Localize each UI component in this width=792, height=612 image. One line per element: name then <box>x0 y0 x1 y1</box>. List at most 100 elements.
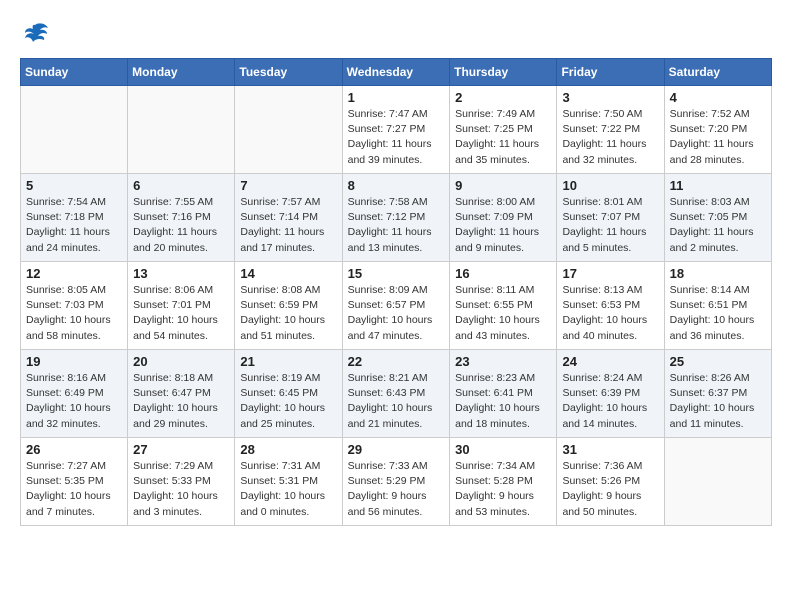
day-number: 10 <box>562 178 658 193</box>
calendar-cell: 6Sunrise: 7:55 AM Sunset: 7:16 PM Daylig… <box>128 174 235 262</box>
day-info: Sunrise: 7:52 AM Sunset: 7:20 PM Dayligh… <box>670 107 766 168</box>
day-info: Sunrise: 8:05 AM Sunset: 7:03 PM Dayligh… <box>26 283 122 344</box>
day-info: Sunrise: 8:13 AM Sunset: 6:53 PM Dayligh… <box>562 283 658 344</box>
day-number: 19 <box>26 354 122 369</box>
calendar-cell: 17 Sunrise: 8:13 AM Sunset: 6:53 PM Dayli… <box>557 262 664 350</box>
day-info: Sunrise: 8:03 AM Sunset: 7:05 PM Dayligh… <box>670 195 766 256</box>
day-info: Sunrise: 8:01 AM Sunset: 7:07 PM Dayligh… <box>562 195 658 256</box>
calendar-cell: 16Sunrise: 8:11 AM Sunset: 6:55 PM Dayli… <box>450 262 557 350</box>
calendar-cell: 9 Sunrise: 8:00 AM Sunset: 7:09 PM Daylig… <box>450 174 557 262</box>
calendar-cell: 27 Sunrise: 7:29 AM Sunset: 5:33 PM Dayli… <box>128 438 235 526</box>
calendar-day-header: Wednesday <box>342 59 450 86</box>
day-info: Sunrise: 7:27 AM Sunset: 5:35 PM Dayligh… <box>26 459 122 520</box>
calendar-cell: 23Sunrise: 8:23 AM Sunset: 6:41 PM Dayli… <box>450 350 557 438</box>
calendar-day-header: Monday <box>128 59 235 86</box>
day-info: Sunrise: 8:23 AM Sunset: 6:41 PM Dayligh… <box>455 371 551 432</box>
day-number: 1 <box>348 90 445 105</box>
calendar-cell: 30 Sunrise: 7:34 AM Sunset: 5:28 PM Dayli… <box>450 438 557 526</box>
calendar-cell <box>235 86 342 174</box>
calendar-week-row: 19Sunrise: 8:16 AM Sunset: 6:49 PM Dayli… <box>21 350 772 438</box>
calendar-header-row: SundayMondayTuesdayWednesdayThursdayFrid… <box>21 59 772 86</box>
calendar-cell <box>128 86 235 174</box>
day-number: 18 <box>670 266 766 281</box>
calendar-cell: 20 Sunrise: 8:18 AM Sunset: 6:47 PM Dayli… <box>128 350 235 438</box>
calendar-cell: 5 Sunrise: 7:54 AM Sunset: 7:18 PM Daylig… <box>21 174 128 262</box>
day-info: Sunrise: 8:24 AM Sunset: 6:39 PM Dayligh… <box>562 371 658 432</box>
day-info: Sunrise: 8:14 AM Sunset: 6:51 PM Dayligh… <box>670 283 766 344</box>
calendar-cell: 8Sunrise: 7:58 AM Sunset: 7:12 PM Daylig… <box>342 174 450 262</box>
calendar-cell: 4 Sunrise: 7:52 AM Sunset: 7:20 PM Daylig… <box>664 86 771 174</box>
day-number: 5 <box>26 178 122 193</box>
day-number: 31 <box>562 442 658 457</box>
calendar-cell: 7Sunrise: 7:57 AM Sunset: 7:14 PM Daylig… <box>235 174 342 262</box>
day-number: 30 <box>455 442 551 457</box>
day-number: 27 <box>133 442 229 457</box>
day-info: Sunrise: 7:31 AM Sunset: 5:31 PM Dayligh… <box>240 459 336 520</box>
calendar-cell: 15 Sunrise: 8:09 AM Sunset: 6:57 PM Dayli… <box>342 262 450 350</box>
day-number: 11 <box>670 178 766 193</box>
calendar-cell: 22 Sunrise: 8:21 AM Sunset: 6:43 PM Dayli… <box>342 350 450 438</box>
calendar-cell: 1Sunrise: 7:47 AM Sunset: 7:27 PM Daylig… <box>342 86 450 174</box>
day-info: Sunrise: 8:06 AM Sunset: 7:01 PM Dayligh… <box>133 283 229 344</box>
day-info: Sunrise: 7:54 AM Sunset: 7:18 PM Dayligh… <box>26 195 122 256</box>
calendar-week-row: 5 Sunrise: 7:54 AM Sunset: 7:18 PM Daylig… <box>21 174 772 262</box>
day-number: 26 <box>26 442 122 457</box>
calendar-cell: 11 Sunrise: 8:03 AM Sunset: 7:05 PM Dayli… <box>664 174 771 262</box>
day-number: 17 <box>562 266 658 281</box>
calendar-cell: 13 Sunrise: 8:06 AM Sunset: 7:01 PM Dayli… <box>128 262 235 350</box>
day-number: 20 <box>133 354 229 369</box>
day-info: Sunrise: 7:36 AM Sunset: 5:26 PM Dayligh… <box>562 459 658 520</box>
day-number: 25 <box>670 354 766 369</box>
calendar-cell <box>664 438 771 526</box>
calendar-week-row: 1Sunrise: 7:47 AM Sunset: 7:27 PM Daylig… <box>21 86 772 174</box>
calendar-cell: 19Sunrise: 8:16 AM Sunset: 6:49 PM Dayli… <box>21 350 128 438</box>
day-number: 15 <box>348 266 445 281</box>
calendar-cell: 10 Sunrise: 8:01 AM Sunset: 7:07 PM Dayli… <box>557 174 664 262</box>
logo-icon <box>20 20 50 48</box>
day-number: 24 <box>562 354 658 369</box>
day-info: Sunrise: 8:19 AM Sunset: 6:45 PM Dayligh… <box>240 371 336 432</box>
day-number: 28 <box>240 442 336 457</box>
calendar-table: SundayMondayTuesdayWednesdayThursdayFrid… <box>20 58 772 526</box>
day-info: Sunrise: 7:34 AM Sunset: 5:28 PM Dayligh… <box>455 459 551 520</box>
calendar-cell: 24 Sunrise: 8:24 AM Sunset: 6:39 PM Dayli… <box>557 350 664 438</box>
calendar-cell: 29 Sunrise: 7:33 AM Sunset: 5:29 PM Dayli… <box>342 438 450 526</box>
calendar-day-header: Sunday <box>21 59 128 86</box>
day-info: Sunrise: 8:21 AM Sunset: 6:43 PM Dayligh… <box>348 371 445 432</box>
day-info: Sunrise: 8:11 AM Sunset: 6:55 PM Dayligh… <box>455 283 551 344</box>
day-info: Sunrise: 8:00 AM Sunset: 7:09 PM Dayligh… <box>455 195 551 256</box>
calendar-week-row: 12 Sunrise: 8:05 AM Sunset: 7:03 PM Dayli… <box>21 262 772 350</box>
calendar-cell: 26 Sunrise: 7:27 AM Sunset: 5:35 PM Dayli… <box>21 438 128 526</box>
calendar-cell: 21 Sunrise: 8:19 AM Sunset: 6:45 PM Dayli… <box>235 350 342 438</box>
day-number: 8 <box>348 178 445 193</box>
day-number: 3 <box>562 90 658 105</box>
calendar-day-header: Tuesday <box>235 59 342 86</box>
logo <box>20 20 52 48</box>
day-info: Sunrise: 8:08 AM Sunset: 6:59 PM Dayligh… <box>240 283 336 344</box>
calendar-day-header: Friday <box>557 59 664 86</box>
day-info: Sunrise: 8:18 AM Sunset: 6:47 PM Dayligh… <box>133 371 229 432</box>
calendar-cell: 12 Sunrise: 8:05 AM Sunset: 7:03 PM Dayli… <box>21 262 128 350</box>
day-number: 29 <box>348 442 445 457</box>
day-number: 21 <box>240 354 336 369</box>
calendar-cell: 3Sunrise: 7:50 AM Sunset: 7:22 PM Daylig… <box>557 86 664 174</box>
day-info: Sunrise: 7:29 AM Sunset: 5:33 PM Dayligh… <box>133 459 229 520</box>
day-number: 12 <box>26 266 122 281</box>
day-number: 22 <box>348 354 445 369</box>
day-info: Sunrise: 7:49 AM Sunset: 7:25 PM Dayligh… <box>455 107 551 168</box>
calendar-cell: 31 Sunrise: 7:36 AM Sunset: 5:26 PM Dayli… <box>557 438 664 526</box>
calendar-cell: 2 Sunrise: 7:49 AM Sunset: 7:25 PM Daylig… <box>450 86 557 174</box>
day-info: Sunrise: 7:33 AM Sunset: 5:29 PM Dayligh… <box>348 459 445 520</box>
calendar-cell <box>21 86 128 174</box>
day-number: 2 <box>455 90 551 105</box>
day-number: 7 <box>240 178 336 193</box>
day-info: Sunrise: 8:09 AM Sunset: 6:57 PM Dayligh… <box>348 283 445 344</box>
day-number: 13 <box>133 266 229 281</box>
day-number: 4 <box>670 90 766 105</box>
calendar-cell: 25Sunrise: 8:26 AM Sunset: 6:37 PM Dayli… <box>664 350 771 438</box>
calendar-cell: 18 Sunrise: 8:14 AM Sunset: 6:51 PM Dayli… <box>664 262 771 350</box>
day-info: Sunrise: 7:55 AM Sunset: 7:16 PM Dayligh… <box>133 195 229 256</box>
page-header <box>20 20 772 48</box>
day-number: 9 <box>455 178 551 193</box>
day-number: 14 <box>240 266 336 281</box>
